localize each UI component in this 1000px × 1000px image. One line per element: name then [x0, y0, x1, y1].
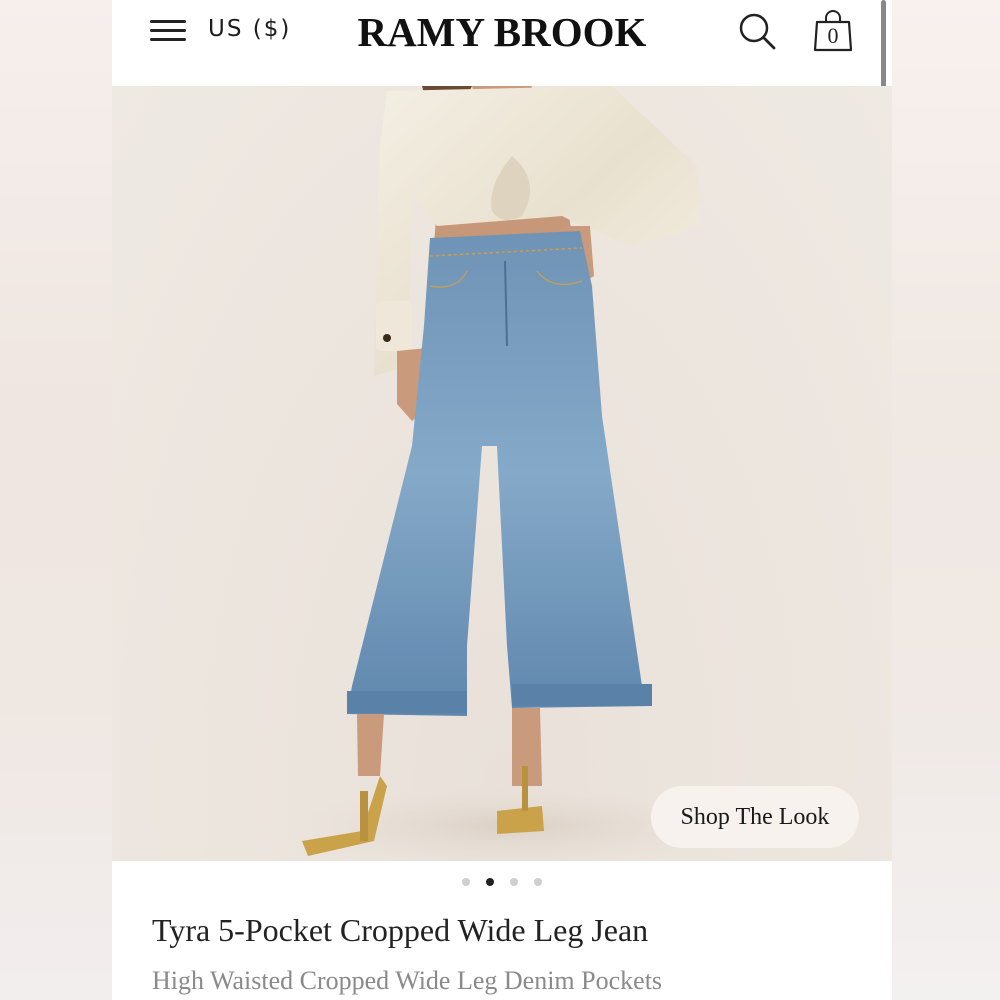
shop-the-look-button[interactable]: Shop The Look	[651, 786, 859, 848]
backdrop-left	[0, 0, 112, 1000]
search-icon[interactable]	[738, 12, 778, 52]
cart-count: 0	[827, 23, 839, 48]
product-subtitle: High Waisted Cropped Wide Leg Denim Pock…	[152, 966, 663, 995]
carousel-dot[interactable]	[486, 878, 494, 886]
backdrop-right	[892, 0, 1000, 1000]
carousel-dot[interactable]	[510, 878, 518, 886]
brand-logo[interactable]: RAMY BROOK	[348, 8, 656, 56]
carousel-dot[interactable]	[534, 878, 542, 886]
model-illustration	[282, 86, 742, 861]
product-title: Tyra 5-Pocket Cropped Wide Leg Jean	[152, 912, 649, 948]
site-header: US ($) RAMY BROOK 0	[112, 0, 892, 86]
product-page: US ($) RAMY BROOK 0 Shop The Look Tyra 5…	[112, 0, 892, 1000]
shopping-bag-icon[interactable]: 0	[812, 8, 854, 54]
carousel-dots	[112, 878, 892, 886]
carousel-dot[interactable]	[462, 878, 470, 886]
product-hero-image[interactable]: Shop The Look	[112, 86, 892, 861]
hamburger-icon[interactable]	[150, 16, 188, 44]
currency-selector[interactable]: US ($)	[208, 16, 291, 42]
